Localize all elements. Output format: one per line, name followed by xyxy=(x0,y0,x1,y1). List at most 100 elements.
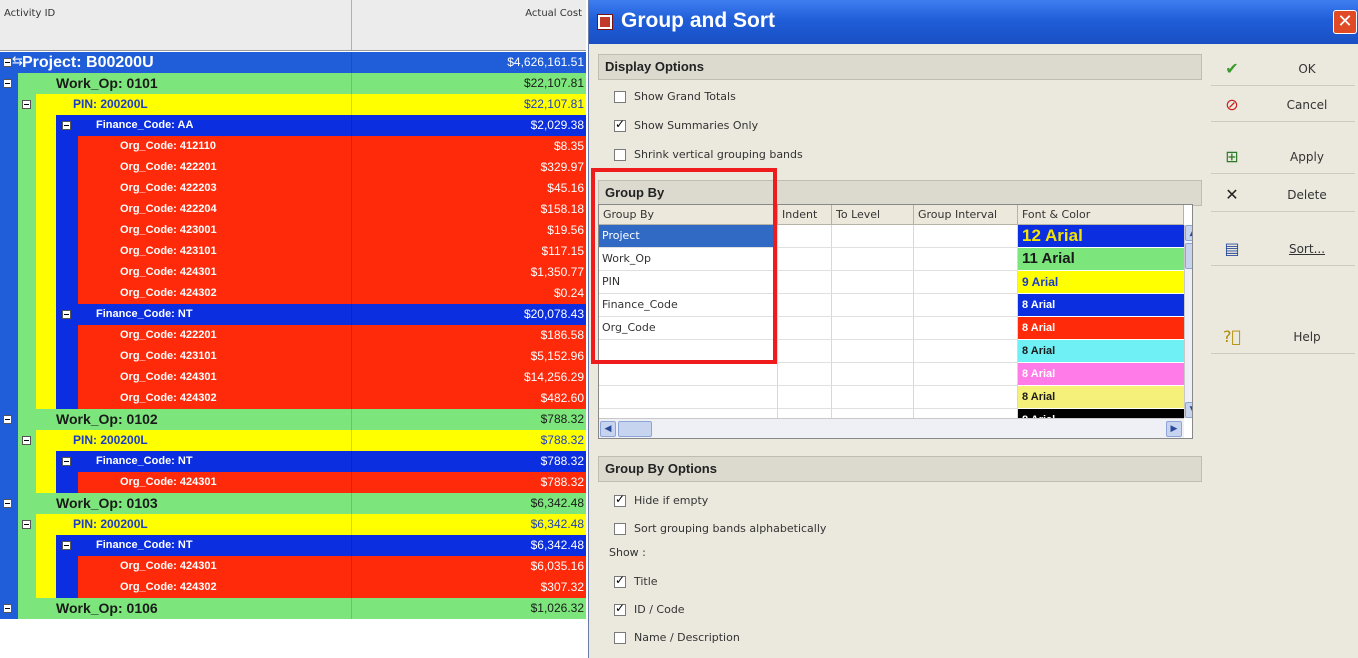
group-by-option-cell[interactable] xyxy=(914,317,1018,340)
group-by-option-cell[interactable] xyxy=(778,317,832,340)
group-by-option-cell[interactable] xyxy=(914,248,1018,271)
grid-row[interactable]: Org_Code: 424302 $307.32 xyxy=(0,577,586,598)
group-by-field-cell[interactable]: Work_Op xyxy=(599,248,778,271)
column-header-group-by[interactable]: Group By xyxy=(599,205,778,225)
shrink-bands-checkbox[interactable] xyxy=(614,149,626,161)
scroll-right-icon[interactable]: ▶ xyxy=(1166,421,1182,437)
group-by-option-cell[interactable] xyxy=(778,340,832,363)
grid-row[interactable]: Finance_Code: NT $20,078.43 xyxy=(0,304,586,325)
horizontal-scrollbar[interactable]: ◀ ▶ xyxy=(599,418,1184,438)
grid-row[interactable]: Finance_Code: NT $788.32 xyxy=(0,451,586,472)
group-by-option-cell[interactable] xyxy=(914,271,1018,294)
grid-row[interactable]: Org_Code: 424301 $788.32 xyxy=(0,472,586,493)
grid-row[interactable]: ⇆ Project: B00200U $4,626,161.51 xyxy=(0,52,586,73)
scroll-up-icon[interactable]: ▲ xyxy=(1185,225,1192,241)
group-by-option-cell[interactable] xyxy=(778,386,832,409)
grid-row[interactable]: PIN: 200200L $788.32 xyxy=(0,430,586,451)
delete-button[interactable]: ✕ Delete xyxy=(1211,178,1355,212)
dialog-titlebar[interactable]: Group and Sort ✕ xyxy=(589,0,1358,44)
grid-row[interactable]: Work_Op: 0103 $6,342.48 xyxy=(0,493,586,514)
sort-button[interactable]: ▤ Sort... xyxy=(1211,232,1355,266)
group-by-option-cell[interactable] xyxy=(778,225,832,248)
column-header-activity-id[interactable]: Activity ID xyxy=(0,0,352,50)
grid-row[interactable]: PIN: 200200L $22,107.81 xyxy=(0,94,586,115)
grid-row[interactable]: PIN: 200200L $6,342.48 xyxy=(0,514,586,535)
group-by-option-cell[interactable] xyxy=(914,340,1018,363)
group-by-option-cell[interactable] xyxy=(914,363,1018,386)
group-by-field-cell[interactable] xyxy=(599,340,778,363)
collapse-toggle-icon[interactable] xyxy=(3,415,12,424)
close-button[interactable]: ✕ xyxy=(1333,10,1357,34)
group-by-option-cell[interactable] xyxy=(914,294,1018,317)
grid-row[interactable]: Org_Code: 422201 $329.97 xyxy=(0,157,586,178)
show-grand-totals-checkbox[interactable] xyxy=(614,91,626,103)
hscroll-thumb[interactable] xyxy=(618,421,652,437)
grid-row[interactable]: Org_Code: 423101 $5,152.96 xyxy=(0,346,586,367)
scroll-thumb[interactable] xyxy=(1185,243,1192,269)
group-by-option-cell[interactable] xyxy=(832,294,914,317)
apply-button[interactable]: ⊞ Apply xyxy=(1211,140,1355,174)
group-by-field-cell[interactable] xyxy=(599,363,778,386)
collapse-toggle-icon[interactable] xyxy=(3,58,12,67)
group-by-option-cell[interactable] xyxy=(914,225,1018,248)
font-color-sample[interactable]: 11 Arial xyxy=(1018,248,1184,271)
group-by-option-cell[interactable] xyxy=(832,248,914,271)
collapse-toggle-icon[interactable] xyxy=(62,457,71,466)
font-color-sample[interactable]: 8 Arial xyxy=(1018,340,1184,363)
vertical-scrollbar[interactable]: ▲ ▼ xyxy=(1184,225,1192,418)
grid-row[interactable]: Org_Code: 422203 $45.16 xyxy=(0,178,586,199)
group-by-field-cell[interactable]: Project xyxy=(599,225,778,248)
show-title-checkbox[interactable] xyxy=(614,573,626,588)
group-by-field-cell[interactable]: Org_Code xyxy=(599,317,778,340)
show-summaries-only-checkbox[interactable] xyxy=(614,117,626,132)
font-color-sample[interactable]: 12 Arial xyxy=(1018,225,1184,248)
group-by-field-cell[interactable]: Finance_Code xyxy=(599,294,778,317)
group-by-option-cell[interactable] xyxy=(832,340,914,363)
collapse-toggle-icon[interactable] xyxy=(3,79,12,88)
group-by-option-cell[interactable] xyxy=(832,271,914,294)
font-color-sample[interactable]: 8 Arial xyxy=(1018,363,1184,386)
group-by-option-cell[interactable] xyxy=(832,386,914,409)
show-name-desc-checkbox[interactable] xyxy=(614,632,626,644)
column-header-actual-cost[interactable]: Actual Cost xyxy=(353,0,586,50)
font-color-sample[interactable]: 8 Arial xyxy=(1018,386,1184,409)
hide-if-empty-checkbox[interactable] xyxy=(614,492,626,507)
grid-row[interactable]: Work_Op: 0106 $1,026.32 xyxy=(0,598,586,619)
group-by-option-cell[interactable] xyxy=(914,386,1018,409)
collapse-toggle-icon[interactable] xyxy=(22,100,31,109)
grid-row[interactable]: Org_Code: 424301 $14,256.29 xyxy=(0,367,586,388)
group-by-field-cell[interactable] xyxy=(599,386,778,409)
scroll-left-icon[interactable]: ◀ xyxy=(600,421,616,437)
group-by-option-cell[interactable] xyxy=(832,363,914,386)
show-id-code-checkbox[interactable] xyxy=(614,601,626,616)
group-by-field-cell[interactable]: PIN xyxy=(599,271,778,294)
group-by-option-cell[interactable] xyxy=(832,225,914,248)
collapse-toggle-icon[interactable] xyxy=(62,541,71,550)
collapse-toggle-icon[interactable] xyxy=(22,520,31,529)
font-color-sample[interactable]: 8 Arial xyxy=(1018,317,1184,340)
scroll-down-icon[interactable]: ▼ xyxy=(1185,402,1192,418)
ok-button[interactable]: ✔ OK xyxy=(1211,52,1355,86)
group-by-option-cell[interactable] xyxy=(832,317,914,340)
grid-row[interactable]: Work_Op: 0101 $22,107.81 xyxy=(0,73,586,94)
column-header-group-interval[interactable]: Group Interval xyxy=(914,205,1018,225)
grid-row[interactable]: Org_Code: 424302 $482.60 xyxy=(0,388,586,409)
grid-row[interactable]: Org_Code: 412110 $8.35 xyxy=(0,136,586,157)
help-button[interactable]: ?⃝ Help xyxy=(1211,320,1355,354)
grid-row[interactable]: Org_Code: 423001 $19.56 xyxy=(0,220,586,241)
group-by-option-cell[interactable] xyxy=(778,294,832,317)
cancel-button[interactable]: ⊘ Cancel xyxy=(1211,88,1355,122)
sort-alpha-checkbox[interactable] xyxy=(614,523,626,535)
grid-row[interactable]: Org_Code: 424302 $0.24 xyxy=(0,283,586,304)
column-header-font-color[interactable]: Font & Color xyxy=(1018,205,1184,225)
collapse-toggle-icon[interactable] xyxy=(62,121,71,130)
grid-row[interactable]: Finance_Code: AA $2,029.38 xyxy=(0,115,586,136)
grid-row[interactable]: Work_Op: 0102 $788.32 xyxy=(0,409,586,430)
column-header-to-level[interactable]: To Level xyxy=(832,205,914,225)
grid-row[interactable]: Finance_Code: NT $6,342.48 xyxy=(0,535,586,556)
collapse-toggle-icon[interactable] xyxy=(22,436,31,445)
group-by-option-cell[interactable] xyxy=(778,363,832,386)
collapse-toggle-icon[interactable] xyxy=(3,604,12,613)
font-color-sample[interactable]: 9 Arial xyxy=(1018,271,1184,294)
grid-row[interactable]: Org_Code: 422201 $186.58 xyxy=(0,325,586,346)
